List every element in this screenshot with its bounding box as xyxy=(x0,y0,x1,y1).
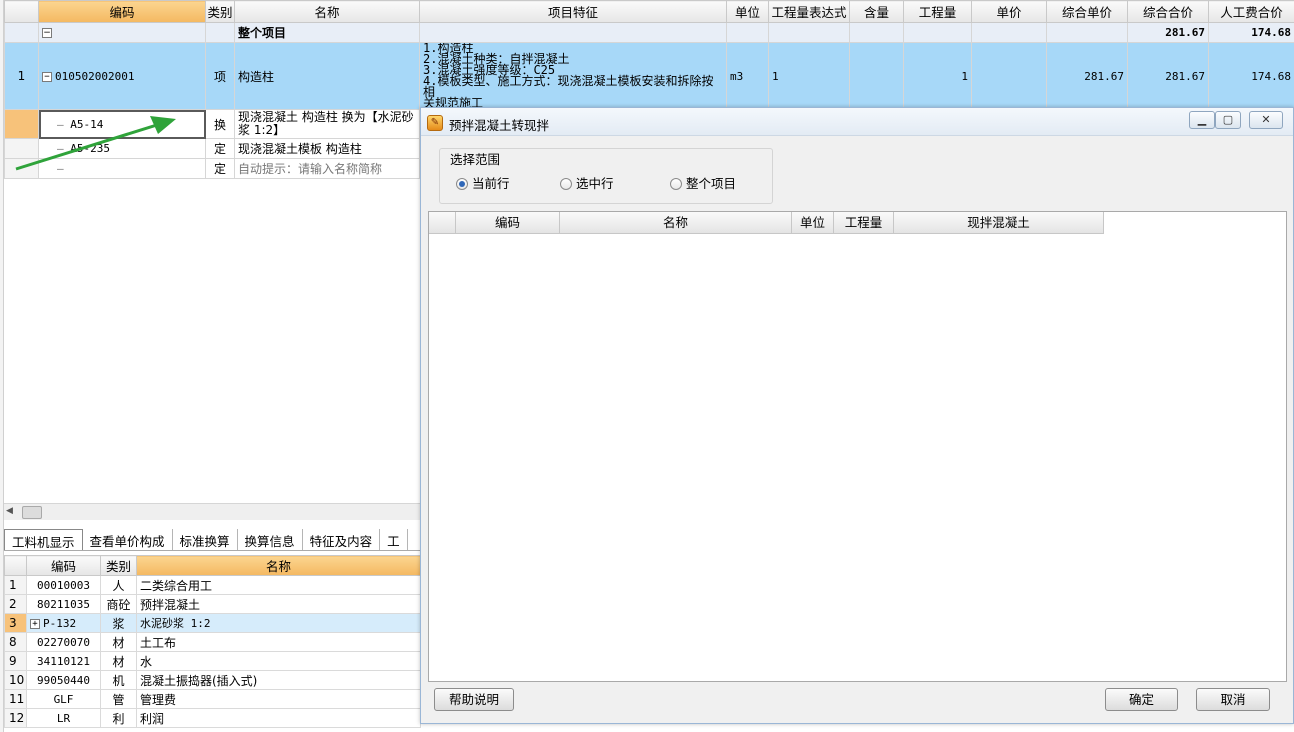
item-code: 010502002001 xyxy=(55,69,135,83)
col-code[interactable]: 编码 xyxy=(26,555,101,576)
tab-unit-price[interactable]: 查看单价构成 xyxy=(83,529,173,550)
horizontal-scrollbar[interactable]: ◀ xyxy=(4,503,420,520)
item-features[interactable]: 1.构造柱 2.混凝土种类：自拌混凝土 3.混凝土强度等级：C25 4.模板类型… xyxy=(419,42,727,110)
col-type[interactable]: 类别 xyxy=(205,0,235,23)
col-content[interactable]: 含量 xyxy=(849,0,904,23)
radio-selected-rows[interactable]: 选中行 xyxy=(560,173,614,192)
list-col-qty[interactable]: 工程量 xyxy=(834,212,894,234)
total-labor: 174.68 xyxy=(1208,22,1294,43)
list-col-unit[interactable]: 单位 xyxy=(792,212,834,234)
table-row[interactable]: 2 80211035 商砼 预拌混凝土 xyxy=(4,594,421,614)
total-row[interactable]: − 整个项目 281.67 174.68 xyxy=(4,22,1294,43)
materials-grid: 编码 类别 名称 1 00010003 人 二类综合用工 2 80211035 … xyxy=(4,555,421,728)
radio-whole-project[interactable]: 整个项目 xyxy=(670,173,736,192)
tab-materials[interactable]: 工料机显示 xyxy=(4,529,83,550)
table-row[interactable]: 12 LR 利 利润 xyxy=(4,708,421,728)
grid-header: 编码 类别 名称 项目特征 单位 工程量表达式 含量 工程量 单价 综合单价 综… xyxy=(4,0,1294,23)
tab-standard-conversion[interactable]: 标准换算 xyxy=(173,529,238,550)
tab-features[interactable]: 特征及内容 xyxy=(303,529,381,550)
help-button[interactable]: 帮助说明 xyxy=(434,688,514,711)
table-row[interactable]: 3 + P-132 浆 水泥砂浆 1:2 xyxy=(4,613,421,633)
table-row[interactable]: 10 99050440 机 混凝土振捣器(插入式) xyxy=(4,670,421,690)
collapse-icon[interactable]: − xyxy=(42,28,52,38)
total-label: 整个项目 xyxy=(234,22,420,43)
list-col-name[interactable]: 名称 xyxy=(560,212,792,234)
maximize-icon[interactable]: ▢ xyxy=(1215,111,1241,129)
total-amount: 281.67 xyxy=(1127,22,1209,43)
collapse-icon[interactable]: − xyxy=(42,71,52,82)
detail-tabs: 工料机显示 查看单价构成 标准换算 换算信息 特征及内容 工 xyxy=(4,529,420,551)
tab-more[interactable]: 工 xyxy=(380,529,408,550)
sub-name[interactable]: 现浇混凝土 构造柱 换为【水泥砂浆 1:2】 xyxy=(234,109,420,139)
col-qty[interactable]: 工程量 xyxy=(903,0,972,23)
sub-code: A5-14 xyxy=(70,117,104,131)
table-row[interactable]: 8 02270070 材 土工布 xyxy=(4,632,421,652)
col-features[interactable]: 项目特征 xyxy=(419,0,727,23)
table-row[interactable]: 11 GLF 管 管理费 xyxy=(4,689,421,709)
sub-name[interactable]: 现浇混凝土模板 构造柱 xyxy=(234,138,420,159)
scroll-thumb[interactable] xyxy=(22,506,42,519)
col-price[interactable]: 单价 xyxy=(971,0,1047,23)
list-col-code[interactable]: 编码 xyxy=(456,212,560,234)
convert-concrete-dialog: ✎ 预拌混凝土转现拌 ▁ ▢ ✕ 选择范围 当前行 选中行 整个项目 编码 名称… xyxy=(420,107,1294,724)
radio-current-row[interactable]: 当前行 xyxy=(456,173,510,192)
tab-conversion-info[interactable]: 换算信息 xyxy=(238,529,303,550)
expand-icon[interactable]: + xyxy=(30,618,40,629)
col-type[interactable]: 类别 xyxy=(100,555,137,576)
col-code[interactable]: 编码 xyxy=(38,0,206,23)
range-group: 选择范围 当前行 选中行 整个项目 xyxy=(439,148,773,204)
col-total[interactable]: 综合合价 xyxy=(1127,0,1209,23)
item-name[interactable]: 构造柱 xyxy=(234,42,420,110)
dialog-title: 预拌混凝土转现拌 xyxy=(449,118,550,133)
dialog-titlebar[interactable]: ✎ 预拌混凝土转现拌 ▁ ▢ ✕ xyxy=(421,108,1293,136)
col-labor[interactable]: 人工费合价 xyxy=(1208,0,1294,23)
minimize-icon[interactable]: ▁ xyxy=(1189,111,1215,129)
name-hint[interactable]: 自动提示：请输入名称简称 xyxy=(234,158,420,179)
radio-dot-icon[interactable] xyxy=(560,178,572,190)
col-unit[interactable]: 单位 xyxy=(726,0,769,23)
table-row[interactable]: 1 00010003 人 二类综合用工 xyxy=(4,575,421,595)
cancel-button[interactable]: 取消 xyxy=(1196,688,1270,711)
list-header: 编码 名称 单位 工程量 现拌混凝土 xyxy=(429,212,1104,234)
list-col-site-mix[interactable]: 现拌混凝土 xyxy=(894,212,1104,234)
item-row[interactable]: 1 −010502002001 项 构造柱 1.构造柱 2.混凝土种类：自拌混凝… xyxy=(4,42,1294,110)
col-name[interactable]: 名称 xyxy=(136,555,421,576)
col-unit-price-total[interactable]: 综合单价 xyxy=(1046,0,1128,23)
radio-dot-icon[interactable] xyxy=(456,178,468,190)
range-label: 选择范围 xyxy=(448,149,503,168)
scroll-left-icon[interactable]: ◀ xyxy=(6,506,13,516)
col-name[interactable]: 名称 xyxy=(234,0,420,23)
radio-dot-icon[interactable] xyxy=(670,178,682,190)
col-expr[interactable]: 工程量表达式 xyxy=(768,0,850,23)
app-icon: ✎ xyxy=(427,115,443,131)
close-icon[interactable]: ✕ xyxy=(1249,111,1283,129)
concrete-list[interactable]: 编码 名称 单位 工程量 现拌混凝土 xyxy=(428,211,1287,682)
ok-button[interactable]: 确定 xyxy=(1105,688,1178,711)
sub-code: A5-235 xyxy=(70,142,110,155)
table-row[interactable]: 9 34110121 材 水 xyxy=(4,651,421,671)
